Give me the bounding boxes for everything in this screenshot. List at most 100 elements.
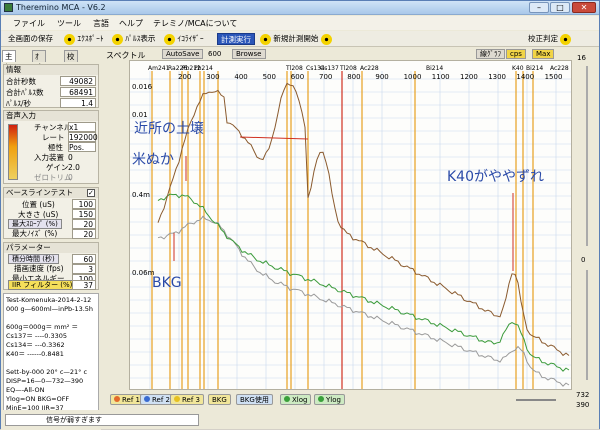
tab-main[interactable]: 主設定 [2,50,16,83]
tab-calibration[interactable]: 校正設定 [64,50,78,94]
pulse-icon [112,33,123,45]
cps-button[interactable]: cps [506,49,526,59]
baseline-value[interactable]: 20 [72,219,96,229]
param-value[interactable]: 37 [72,280,96,290]
ylog-button[interactable]: Ylog [314,394,345,405]
x-tick-label: 200 [178,73,191,81]
x-tick-label: 700 [319,73,332,81]
baseline-checkbox[interactable]: ✓ [87,189,95,197]
equalizer-label: ｲｺﾗｲｻﾞｰ [177,34,204,43]
x-tick-label: 400 [234,73,247,81]
info-group: 情報 合計秒数 49082 合計ﾊﾟﾙｽ数 68491 ﾊﾟﾙｽ/秒 1.4 [3,64,99,108]
y-label: 0.4m [132,191,150,199]
ref3-button[interactable]: Ref 3 [170,394,204,405]
menu-tools[interactable]: ツール [57,18,81,29]
params-group: パラメーター 積分時間 (秒) 60 描画速度 (fps) 3 最小エネルギー … [3,242,99,290]
tab-options[interactable]: ｵﾌﾟｼｮﾝ [32,50,46,94]
y-zero-value: 0 [581,256,586,264]
new-measure-button[interactable]: 新規計測開始 [257,33,335,45]
close-button[interactable]: ✕ [572,2,596,13]
x-scale-slider[interactable] [586,270,588,380]
isotope-label: Ac228 [360,65,379,72]
memo-line: Cs134＝ ---0.3362 [6,341,65,349]
baseline-title: ベースラインテスト [6,188,74,197]
notes-memo[interactable]: Test-Komenuka-2014-2-12 000 g—600ml—inPb… [3,293,99,423]
isotope-label: Ac228 [550,65,569,72]
memo-line: EQ—-All-ON [6,386,45,394]
audio-label: レート [42,133,65,142]
isotope-label: Tl208 [339,65,357,72]
baseline-value[interactable]: 150 [72,209,96,219]
y-label: 0.016 [132,83,153,91]
x-ticks: 200 300 400 500 600 700 800 900 1000 1100 1200 1300… [178,73,563,81]
minimize-button[interactable]: – [529,2,549,13]
isotope-label: K40 [512,65,524,72]
measure-run-button[interactable]: 計測実行 [217,33,255,45]
equalizer-button[interactable]: ｲｺﾗｲｻﾞｰ [161,33,207,45]
memo-line: Sett-by-000 20° c—21° c [6,368,88,376]
x-tick-label: 900 [375,73,388,81]
save-screen-button[interactable]: 全画面の保存 [5,33,56,45]
equalizer-icon [164,33,175,45]
max-slope-button[interactable]: 最大ｽﾛｰﾌﾟ (%) [8,219,62,229]
menu-about[interactable]: テレミノ/MCAについて [153,18,237,29]
ref2-dot [144,396,150,402]
export-icon [64,33,75,45]
export-button[interactable]: ｴｸｽﾎﾟｰﾄ [61,33,107,45]
k40-annotation: K40がややずれ [447,169,544,185]
autosave-value[interactable]: 600 [208,50,221,58]
menu-language[interactable]: 言語 [93,18,109,29]
xlog-label: Xlog [292,396,308,404]
baseline-value[interactable]: 20 [72,229,96,239]
app-icon [4,3,13,12]
level-meter [8,124,18,180]
xlog-button[interactable]: Xlog [280,394,312,405]
calibration-label: 校正判定 [528,34,558,43]
audio-value[interactable]: Pos. [68,142,96,152]
horizontal-slider[interactable] [516,399,556,401]
x-tick-label: 1100 [432,73,450,81]
y-label: 0.06m [132,269,155,277]
maximize-button[interactable]: □ [550,2,570,13]
bkg-annotation: BKG [152,275,182,291]
spectrum-plot[interactable]: 200 300 400 500 600 700 800 900 1000 1100 1200 1300… [129,60,572,390]
baseline-value[interactable]: 100 [72,199,96,209]
y-scale-slider[interactable] [586,66,588,246]
param-value[interactable]: 60 [72,254,96,264]
spectrum-header: スペクトル AutoSave 600 Browse 線ｸﾞﾗﾌ cps Max [104,48,574,60]
memo-line: DISP=16—0—732—390 [6,377,84,385]
audio-value[interactable]: x1 [68,122,96,132]
menu-file[interactable]: ファイル [13,18,45,29]
x-tick-label: 500 [263,73,276,81]
autosave-button[interactable]: AutoSave [162,49,204,59]
calibration-button[interactable]: 校正判定 [525,33,574,45]
title-bar: Theremino MCA - V6.2 – □ ✕ [1,1,599,15]
ref1-label: Ref 1 [122,396,140,404]
bkg-use-button[interactable]: BKG使用 [236,394,273,405]
rice-bran-spectrum-line [157,193,570,372]
max-button[interactable]: Max [532,49,555,59]
bkg-button[interactable]: BKG [208,394,231,405]
iir-filter-button[interactable]: IIR フィルター (%) [8,280,77,290]
x-range-start[interactable]: 732 [576,391,589,399]
audio-value[interactable]: 192000 [68,132,98,142]
info-label: ﾊﾟﾙｽ/秒 [6,99,32,108]
info-value: 1.4 [60,98,96,108]
browse-button[interactable]: Browse [232,49,266,59]
x-range-end[interactable]: 390 [576,401,589,409]
integration-time-button[interactable]: 積分時間 (秒) [8,254,59,264]
memo-line: K40＝ ------0.8481 [6,350,64,358]
soil-pointer [239,136,309,140]
x-tick-label: 1500 [545,73,563,81]
param-value[interactable]: 3 [72,264,96,274]
line-graph-button[interactable]: 線ｸﾞﾗﾌ [476,49,505,59]
ref1-button[interactable]: Ref 1 [110,394,144,405]
audio-group: 音声入力 チャンネル x1 レート 192000 極性 Pos. 入力装置 0 … [3,110,99,184]
ref2-button[interactable]: Ref 2 [140,394,174,405]
isotope-label: Pb214 [194,65,213,72]
audio-label: 入力装置 [34,153,64,162]
soil-spectrum-line [157,82,570,357]
audio-label: 極性 [48,143,63,152]
pulse-display-button[interactable]: ﾊﾟﾙｽ表示 [109,33,158,45]
menu-help[interactable]: ヘルプ [119,18,143,29]
